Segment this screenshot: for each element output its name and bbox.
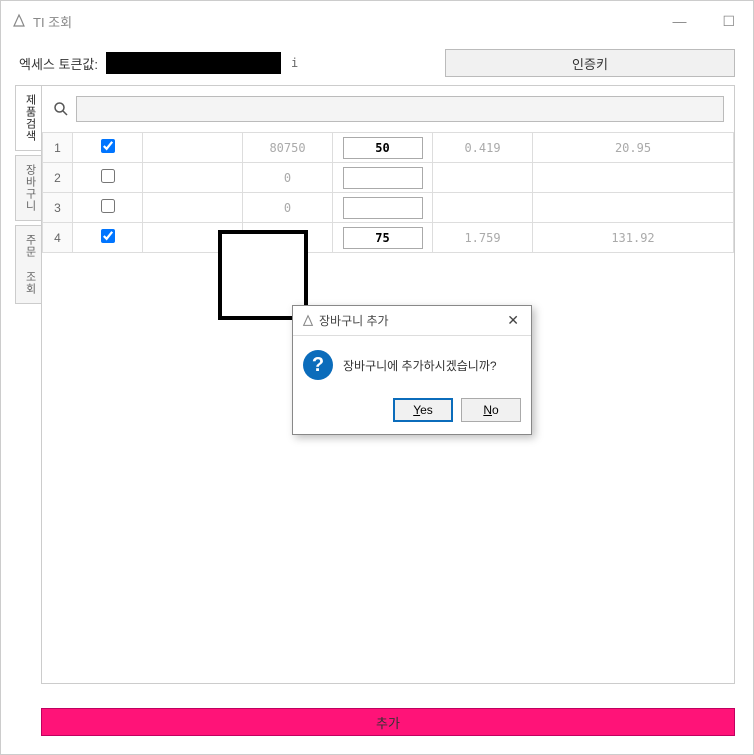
row-total: 131.92: [533, 223, 734, 253]
row-unit-value: [433, 163, 533, 193]
row-total: [533, 163, 734, 193]
table-row: 20: [43, 163, 734, 193]
dialog-no-button[interactable]: No: [461, 398, 521, 422]
row-code: 80750: [243, 133, 333, 163]
minimize-button[interactable]: —: [664, 9, 694, 34]
product-grid: 1807500.41920.952030424891.759131.92: [42, 132, 734, 253]
confirm-dialog: 장바구니 추가 ✕ ? 장바구니에 추가하시겠습니까? Yes No: [292, 305, 532, 435]
table-row: 30: [43, 193, 734, 223]
titlebar: TI 조회 — ☐: [1, 1, 753, 41]
question-icon: ?: [303, 350, 333, 380]
row-number: 4: [43, 223, 73, 253]
row-qty-input[interactable]: [343, 227, 423, 249]
token-value-redacted: [106, 52, 281, 74]
row-qty-input[interactable]: [343, 167, 423, 189]
dialog-title: 장바구니 추가: [319, 312, 503, 329]
row-unit-value: 0.419: [433, 133, 533, 163]
dialog-yes-button[interactable]: Yes: [393, 398, 453, 422]
row-image-cell: [143, 193, 243, 223]
tab-order-inquiry[interactable]: 주문 조회: [15, 225, 41, 304]
search-input[interactable]: [76, 96, 724, 122]
row-number: 1: [43, 133, 73, 163]
auth-key-button[interactable]: 인증키: [445, 49, 735, 77]
row-number: 3: [43, 193, 73, 223]
window-title: TI 조회: [33, 12, 664, 31]
toolbar: 엑세스 토큰값: i 인증키: [1, 41, 753, 85]
row-code: 0: [243, 163, 333, 193]
tab-cart[interactable]: 장바구니: [15, 155, 41, 221]
search-icon: [52, 101, 70, 117]
row-checkbox[interactable]: [101, 199, 115, 213]
table-row: 424891.759131.92: [43, 223, 734, 253]
dialog-app-icon: [301, 314, 315, 328]
sidebar-tabs: 제품검색 장바구니 주문 조회: [15, 85, 41, 684]
row-image-cell: [143, 133, 243, 163]
row-code: 0: [243, 193, 333, 223]
row-number: 2: [43, 163, 73, 193]
row-checkbox[interactable]: [101, 229, 115, 243]
row-unit-value: [433, 193, 533, 223]
row-image-cell: [143, 163, 243, 193]
dialog-close-button[interactable]: ✕: [503, 310, 523, 331]
row-unit-value: 1.759: [433, 223, 533, 253]
row-total: 20.95: [533, 133, 734, 163]
maximize-button[interactable]: ☐: [714, 9, 743, 34]
app-icon: [11, 13, 27, 29]
row-total: [533, 193, 734, 223]
token-suffix: i: [291, 56, 298, 70]
table-row: 1 80750 0.41920.95: [43, 133, 734, 163]
dialog-message: 장바구니에 추가하시겠습니까?: [343, 357, 497, 374]
row-checkbox[interactable]: [101, 139, 115, 153]
add-button[interactable]: 추가: [41, 708, 735, 736]
row-qty-input[interactable]: [343, 197, 423, 219]
token-label: 엑세스 토큰값:: [19, 54, 98, 73]
row-qty-input[interactable]: [343, 137, 423, 159]
row-checkbox[interactable]: [101, 169, 115, 183]
tab-product-search[interactable]: 제품검색: [15, 85, 41, 151]
